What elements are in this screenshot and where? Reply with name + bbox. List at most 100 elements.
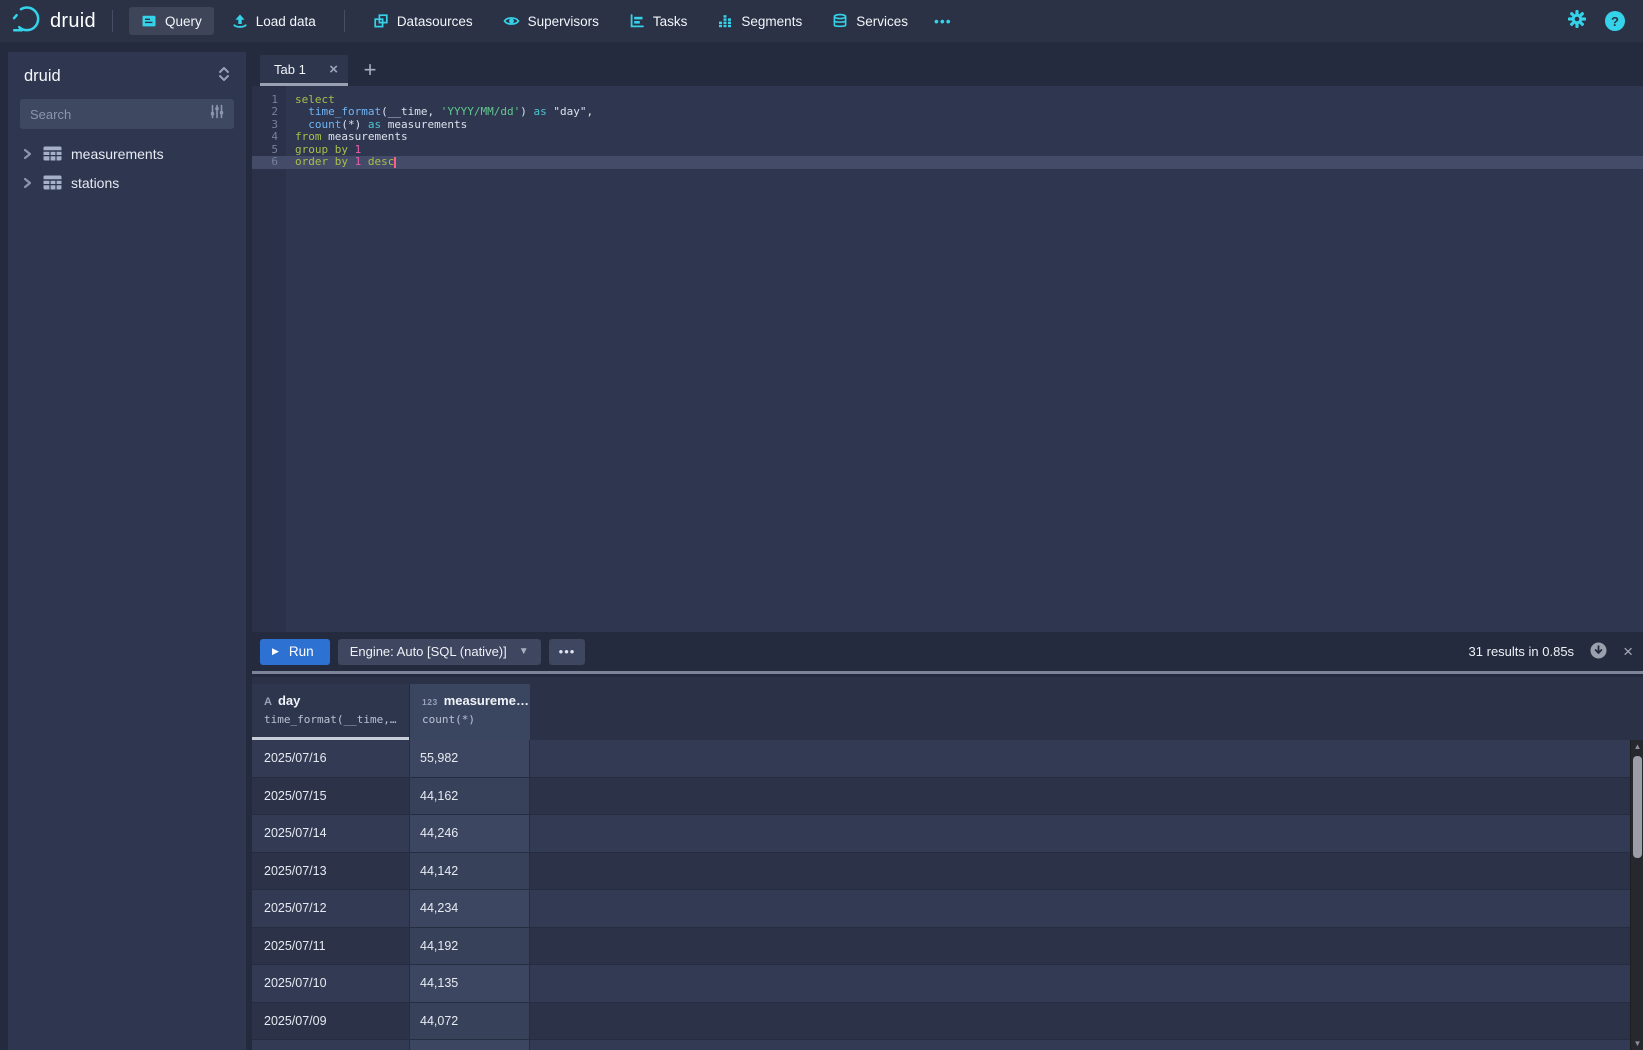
druid-logo-icon	[12, 4, 42, 39]
cell-measurements[interactable]: 44,162	[410, 778, 530, 815]
datasources-icon	[373, 13, 389, 29]
column-expression: count(*)	[422, 713, 530, 726]
table-row: 2025/07/1044,135	[252, 965, 1630, 1003]
sql-code[interactable]: select time_format(__time, 'YYYY/MM/dd')…	[295, 94, 593, 168]
download-icon[interactable]	[1590, 642, 1607, 662]
cell-measurements[interactable]: 44,072	[410, 1003, 530, 1040]
nav-item-label: Datasources	[397, 14, 473, 29]
line-numbers: 123456	[252, 94, 286, 168]
tree-item-measurements[interactable]: measurements	[8, 139, 246, 168]
query-more-button[interactable]: •••	[549, 639, 586, 665]
nav-item-label: Tasks	[653, 14, 688, 29]
tab-tab1[interactable]: Tab 1 ×	[260, 55, 348, 86]
filter-icon[interactable]	[210, 104, 224, 124]
cell-day[interactable]: 2025/07/13	[252, 853, 410, 890]
nav-item-segments[interactable]: Segments	[705, 7, 814, 35]
nav-item-services[interactable]: Services	[820, 7, 920, 35]
tasks-icon	[629, 13, 645, 29]
query-view: Tab 1 × + 123456 select time_format(__ti…	[252, 42, 1643, 1050]
nav-item-supervisors[interactable]: Supervisors	[491, 7, 611, 35]
cell-day[interactable]: 2025/07/16	[252, 740, 410, 777]
cell-day[interactable]: 2025/07/10	[252, 965, 410, 1002]
nav-item-load-data[interactable]: Load data	[220, 7, 328, 35]
table-row: 2025/07/1655,982	[252, 740, 1630, 778]
brand-name: druid	[50, 10, 96, 33]
navbar-divider	[112, 10, 113, 32]
brand[interactable]: druid	[12, 4, 96, 39]
datasource-tree: measurements stations	[8, 139, 246, 197]
search-input[interactable]	[30, 107, 210, 122]
table-row: 2025/07/1144,192	[252, 928, 1630, 966]
column-expression: time_format(__time,…	[264, 713, 409, 726]
close-tab-icon[interactable]: ×	[329, 62, 338, 77]
query-icon	[141, 13, 157, 29]
nav-item-query[interactable]: Query	[129, 7, 214, 35]
column-header-measurements[interactable]: 123 measureme… count(*)	[410, 684, 530, 740]
cell-measurements[interactable]: 44,246	[410, 815, 530, 852]
results-rows: 2025/07/1655,9822025/07/1544,1622025/07/…	[252, 740, 1630, 1050]
results-panel: A day time_format(__time,… 123 measureme…	[252, 677, 1643, 1050]
scroll-up-icon[interactable]: ▲	[1631, 742, 1643, 751]
schema-selector-value: druid	[24, 67, 61, 86]
run-bar: ▶ Run Engine: Auto [SQL (native)] ▼ ••• …	[252, 632, 1643, 674]
table-icon	[43, 146, 62, 161]
cell-measurements[interactable]: 44,234	[410, 890, 530, 927]
tree-item-label: stations	[71, 175, 119, 191]
sql-editor[interactable]: 123456 select time_format(__time, 'YYYY/…	[252, 86, 1643, 632]
cell-day[interactable]: 2025/07/15	[252, 778, 410, 815]
supervisors-icon	[503, 13, 520, 29]
tree-item-stations[interactable]: stations	[8, 168, 246, 197]
schema-sidebar: druid measurements stations	[8, 52, 246, 1050]
scroll-down-icon[interactable]: ▼	[1631, 1039, 1643, 1048]
column-name: measureme…	[444, 693, 529, 708]
table-row: 2025/07/1244,234	[252, 890, 1630, 928]
results-scrollbar[interactable]: ▲ ▼	[1630, 740, 1643, 1050]
cell-day[interactable]: 2025/07/14	[252, 815, 410, 852]
double-caret-vertical-icon	[218, 66, 230, 87]
top-navbar: druid Query Load data Datasources Superviso…	[0, 0, 1643, 42]
schema-selector[interactable]: druid	[24, 62, 230, 90]
cell-day[interactable]: 2025/07/09	[252, 1003, 410, 1040]
text-cursor	[394, 157, 396, 168]
cell-measurements[interactable]: 44,135	[410, 965, 530, 1002]
search-box	[20, 99, 234, 129]
nav-item-label: Segments	[741, 14, 802, 29]
nav-item-label: Services	[856, 14, 908, 29]
load-data-icon	[232, 13, 248, 29]
tab-bar: Tab 1 × +	[252, 42, 1643, 86]
close-results-icon[interactable]: ×	[1623, 643, 1633, 660]
table-row: 2025/07/0944,072	[252, 1003, 1630, 1041]
table-row-partial	[252, 1040, 1630, 1050]
table-row: 2025/07/1444,246	[252, 815, 1630, 853]
nav-item-tasks[interactable]: Tasks	[617, 7, 700, 35]
settings-gear-icon[interactable]	[1567, 9, 1587, 34]
chevron-down-icon: ▼	[519, 646, 529, 657]
cell-measurements[interactable]: 55,982	[410, 740, 530, 777]
nav-item-label: Supervisors	[528, 14, 599, 29]
results-header: A day time_format(__time,… 123 measureme…	[252, 684, 530, 740]
help-icon[interactable]: ?	[1605, 11, 1625, 31]
cell-measurements[interactable]: 44,192	[410, 928, 530, 965]
add-tab-button[interactable]: +	[356, 56, 384, 84]
nav-more-button[interactable]: •••	[926, 7, 960, 35]
string-type-icon: A	[264, 696, 272, 708]
navbar-divider	[344, 10, 345, 32]
run-button[interactable]: ▶ Run	[260, 639, 330, 665]
play-icon: ▶	[272, 646, 279, 657]
column-header-day[interactable]: A day time_format(__time,…	[252, 684, 410, 740]
table-row: 2025/07/1544,162	[252, 778, 1630, 816]
engine-select[interactable]: Engine: Auto [SQL (native)] ▼	[338, 639, 541, 665]
main-nav: Query Load data Datasources Supervisors Task…	[129, 7, 960, 35]
cell-measurements[interactable]: 44,142	[410, 853, 530, 890]
services-icon	[832, 13, 848, 29]
scrollbar-thumb[interactable]	[1633, 756, 1642, 858]
chevron-right-icon[interactable]	[20, 176, 34, 190]
cell-day[interactable]: 2025/07/11	[252, 928, 410, 965]
cell-day[interactable]: 2025/07/12	[252, 890, 410, 927]
nav-item-datasources[interactable]: Datasources	[361, 7, 485, 35]
nav-item-label: Query	[165, 14, 202, 29]
table-row: 2025/07/1344,142	[252, 853, 1630, 891]
number-type-icon: 123	[422, 697, 438, 707]
chevron-right-icon[interactable]	[20, 147, 34, 161]
table-icon	[43, 175, 62, 190]
